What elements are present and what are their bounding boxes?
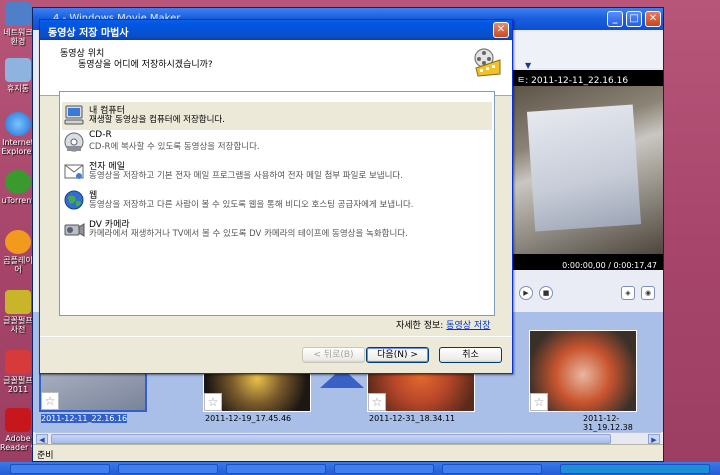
camcorder-icon bbox=[64, 223, 85, 237]
wizard-header-subtitle: 동영상을 어디에 저장하시겠습니까? bbox=[78, 60, 213, 70]
preview-monitor: ㅌ: 2011-12-11_22.16.16 0:00:00,00 / 0:00… bbox=[513, 70, 663, 270]
desktop-icon-recycle-bin[interactable]: 휴지통 bbox=[0, 58, 36, 93]
save-location-list: 내 컴퓨터 재생할 동영상을 컴퓨터에 저장합니다. CD-R CD-R에 복사… bbox=[59, 91, 495, 316]
desktop-icon-network[interactable]: 네트워크 환경 bbox=[0, 2, 36, 46]
computer-icon bbox=[64, 105, 84, 125]
player-controls: ▶ ■ ◈ ◉ bbox=[513, 270, 663, 312]
adobe-reader-icon bbox=[5, 408, 31, 432]
network-icon bbox=[5, 2, 31, 26]
effect-star-icon[interactable]: ☆ bbox=[41, 392, 59, 410]
snapshot-icon[interactable]: ◉ bbox=[641, 286, 655, 300]
globe-icon bbox=[64, 190, 84, 210]
toolbar bbox=[513, 32, 663, 68]
storyboard-scrollbar[interactable]: ◀ ▶ bbox=[35, 432, 661, 444]
split-clip-icon[interactable]: ◈ bbox=[621, 286, 635, 300]
option-cd-r[interactable]: CD-R CD-R에 복사할 수 있도록 동영상을 저장합니다. bbox=[62, 129, 492, 157]
status-text: 준비 bbox=[37, 451, 54, 461]
scroll-right-icon[interactable]: ▶ bbox=[648, 434, 660, 444]
option-description: 동영상을 저장하고 다른 사람이 볼 수 있도록 웹을 통해 비디오 호스팅 공… bbox=[89, 200, 414, 210]
storyboard-clip-label: 2011-12-11_22.16.16 bbox=[41, 414, 128, 423]
desktop-icon-adobe-reader[interactable]: Adobe Reader 9 bbox=[0, 408, 36, 452]
desktop-icon-ie[interactable]: Internet Explorer bbox=[0, 112, 36, 156]
effect-star-icon[interactable]: ☆ bbox=[368, 393, 386, 411]
dropdown-arrow-icon[interactable]: ▼ bbox=[525, 61, 531, 70]
internet-explorer-icon bbox=[5, 112, 31, 136]
taskbar-button[interactable] bbox=[442, 464, 542, 474]
wizard-titlebar[interactable]: 동영상 저장 마법사 ✕ bbox=[40, 20, 512, 40]
option-dv-camera[interactable]: DV 카메라 카메라에서 재생하거나 TV에서 볼 수 있도록 DV 카메라의 … bbox=[62, 216, 492, 244]
film-reel-icon bbox=[474, 48, 501, 77]
play-icon[interactable]: ▶ bbox=[519, 286, 533, 300]
desktop-icon-dictionary[interactable]: 글꼴펄프 사전 bbox=[0, 290, 36, 334]
wizard-close-button[interactable]: ✕ bbox=[493, 22, 509, 38]
save-movie-wizard-dialog: 동영상 저장 마법사 ✕ 동영상 위치 동영상을 어디에 저장하시겠습니까? 내… bbox=[39, 19, 513, 374]
desktop-icon-gomplayer[interactable]: 곰플레이어 bbox=[0, 230, 36, 274]
maximize-button[interactable]: □ bbox=[626, 11, 642, 27]
taskbar-button[interactable] bbox=[334, 464, 434, 474]
dictionary-icon bbox=[5, 290, 31, 314]
status-bar: 준비 bbox=[33, 444, 663, 461]
system-tray bbox=[560, 464, 710, 474]
scroll-left-icon[interactable]: ◀ bbox=[36, 434, 48, 444]
minimize-button[interactable]: _ bbox=[607, 11, 623, 27]
taskbar-button[interactable] bbox=[10, 464, 110, 474]
storyboard-clip-label: 2011-12-31_18.34.11 bbox=[369, 414, 456, 423]
option-description: 카메라에서 재생하거나 TV에서 볼 수 있도록 DV 카메라의 테이프에 동영… bbox=[89, 229, 408, 239]
storyboard-clip-label: 2011-12-31_19.12.38 bbox=[583, 414, 633, 432]
option-my-computer[interactable]: 내 컴퓨터 재생할 동영상을 컴퓨터에 저장합니다. bbox=[62, 102, 492, 130]
gomplayer-icon bbox=[5, 230, 31, 254]
next-button[interactable]: 다음(N) > bbox=[366, 347, 429, 363]
effect-star-icon[interactable]: ☆ bbox=[530, 393, 548, 411]
wizard-header: 동영상 위치 동영상을 어디에 저장하시겠습니까? bbox=[40, 40, 512, 96]
more-info-link[interactable]: 동영상 저장 bbox=[446, 321, 490, 331]
preview-image-subject bbox=[526, 104, 642, 232]
taskbar-button[interactable] bbox=[226, 464, 326, 474]
option-title: CD-R bbox=[89, 130, 112, 140]
scrollbar-thumb[interactable] bbox=[51, 434, 611, 444]
more-info-label: 자세한 정보: bbox=[396, 321, 444, 331]
font-app-icon bbox=[5, 350, 31, 374]
desktop-icon-utorrent[interactable]: uTorrent bbox=[0, 170, 36, 205]
wizard-title: 동영상 저장 마법사 bbox=[48, 28, 129, 39]
option-description: 재생할 동영상을 컴퓨터에 저장합니다. bbox=[89, 115, 225, 125]
option-web[interactable]: 웹 동영상을 저장하고 다른 사람이 볼 수 있도록 웹을 통해 비디오 호스팅… bbox=[62, 187, 492, 215]
utorrent-icon bbox=[5, 170, 31, 194]
movie-maker-close-button[interactable]: ✕ bbox=[645, 11, 661, 27]
email-icon bbox=[64, 164, 84, 179]
preview-clip-title: ㅌ: 2011-12-11_22.16.16 bbox=[517, 76, 629, 86]
option-description: CD-R에 복사할 수 있도록 동영상을 저장합니다. bbox=[89, 142, 260, 152]
preview-time-readout: 0:00:00,00 / 0:00:17,47 bbox=[562, 261, 657, 270]
taskbar-button[interactable] bbox=[118, 464, 218, 474]
wizard-separator bbox=[40, 336, 512, 337]
more-info: 자세한 정보: 동영상 저장 bbox=[396, 318, 490, 331]
cd-icon bbox=[64, 132, 84, 152]
option-email[interactable]: 전자 메일 동영상을 저장하고 기본 전자 메일 프로그램을 사용하여 전자 메… bbox=[62, 158, 492, 186]
recycle-bin-icon bbox=[5, 58, 31, 82]
option-description: 동영상을 저장하고 기본 전자 메일 프로그램을 사용하여 전자 메일 첨부 파… bbox=[89, 171, 403, 181]
storyboard-clip-label: 2011-12-19_17.45.46 bbox=[205, 414, 292, 423]
back-button[interactable]: < 뒤로(B) bbox=[302, 347, 365, 363]
effect-star-icon[interactable]: ☆ bbox=[204, 393, 222, 411]
stop-icon[interactable]: ■ bbox=[539, 286, 553, 300]
storyboard-clip[interactable]: ☆ bbox=[529, 330, 637, 412]
taskbar bbox=[0, 462, 720, 475]
preview-image bbox=[513, 86, 663, 254]
desktop-icon-font-app[interactable]: 글꼴펄프 2011 bbox=[0, 350, 36, 394]
cancel-button[interactable]: 취소 bbox=[439, 347, 502, 363]
